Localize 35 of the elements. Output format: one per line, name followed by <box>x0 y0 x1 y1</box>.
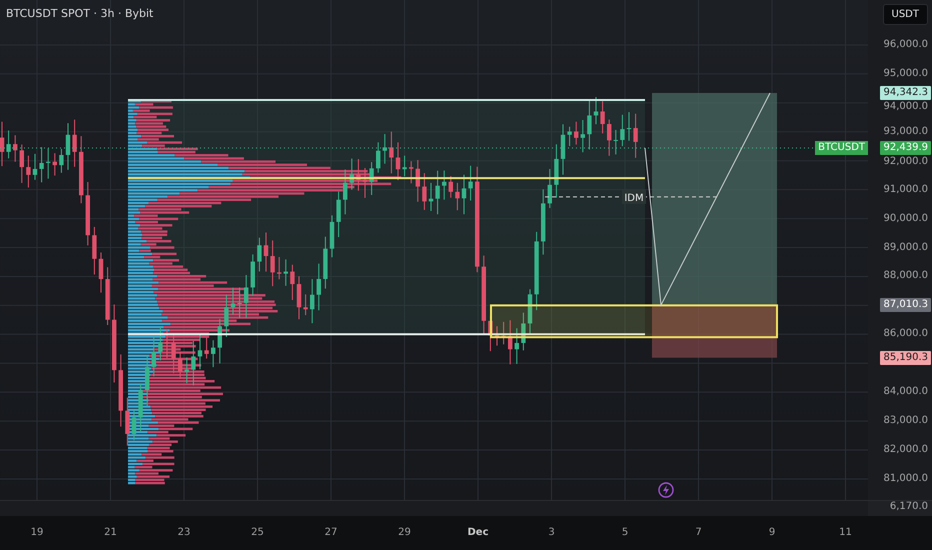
date-label: 5 <box>622 527 628 538</box>
date-label: 3 <box>548 527 555 538</box>
date-label: 7 <box>695 527 702 538</box>
price-label: 92,000.0 <box>883 154 928 169</box>
pane-value: 6,170.0 <box>890 501 928 512</box>
date-label: 19 <box>30 527 44 538</box>
date-label: 11 <box>839 527 852 538</box>
price-label: 88,000.0 <box>883 269 928 284</box>
price-label: 96,000.0 <box>883 38 928 52</box>
date-label: 25 <box>251 527 264 538</box>
price-label: 89,000.0 <box>883 240 928 254</box>
date-label: Dec <box>468 527 488 538</box>
price-badge: 94,342.3 <box>880 86 931 100</box>
price-label: 82,000.0 <box>883 443 928 458</box>
date-label: 29 <box>398 527 411 538</box>
price-label: 95,000.0 <box>883 66 928 81</box>
chart-title: BTCUSDT SPOT · 3h · Bybit <box>6 7 154 20</box>
date-label: 21 <box>104 527 117 538</box>
currency-button[interactable]: USDT <box>882 4 928 25</box>
price-badge: 87,010.3 <box>880 298 931 312</box>
price-label: 86,000.0 <box>883 327 928 342</box>
date-label: 27 <box>324 527 338 538</box>
price-label: 91,000.0 <box>883 182 928 197</box>
price-label: 93,000.0 <box>883 124 928 139</box>
date-label: 9 <box>768 527 776 538</box>
price-badge: 85,190.3 <box>880 350 931 365</box>
price-badge: 92,439.9 <box>880 140 931 155</box>
price-label: 94,000.0 <box>883 100 928 114</box>
symbol-badge: BTCUSDT <box>815 140 868 155</box>
idm-label: IDM <box>624 192 644 204</box>
date-label: 23 <box>178 527 190 538</box>
price-label: 83,000.0 <box>883 414 928 428</box>
price-label: 90,000.0 <box>883 212 928 226</box>
price-label: 84,000.0 <box>883 385 928 400</box>
price-label: 81,000.0 <box>883 472 928 486</box>
